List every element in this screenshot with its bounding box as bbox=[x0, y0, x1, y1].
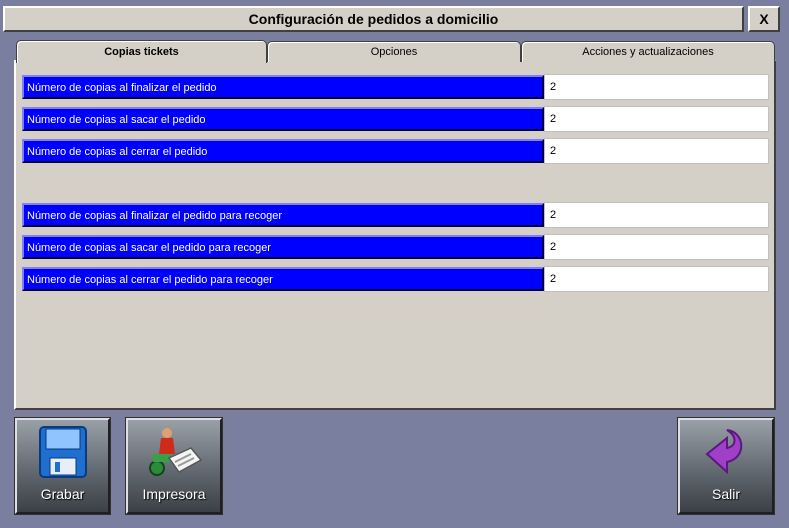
close-button[interactable]: X bbox=[748, 6, 780, 32]
copies-input[interactable]: 2 bbox=[544, 234, 769, 260]
copies-input[interactable]: 2 bbox=[544, 74, 769, 100]
return-arrow-icon bbox=[697, 424, 755, 487]
field-row: Número de copias al sacar el pedido 2 bbox=[22, 106, 769, 132]
printer-delivery-icon bbox=[145, 424, 203, 487]
field-label: Número de copias al cerrar el pedido par… bbox=[22, 267, 544, 291]
copies-input[interactable]: 2 bbox=[544, 202, 769, 228]
field-row: Número de copias al sacar el pedido para… bbox=[22, 234, 769, 260]
field-label: Número de copias al finalizar el pedido bbox=[22, 75, 544, 99]
field-row: Número de copias al finalizar el pedido … bbox=[22, 202, 769, 228]
window-title: Configuración de pedidos a domicilio bbox=[3, 6, 744, 32]
floppy-disk-icon bbox=[34, 424, 92, 487]
salir-label: Salir bbox=[711, 486, 740, 502]
tab-acciones[interactable]: Acciones y actualizaciones bbox=[521, 41, 775, 62]
field-row: Número de copias al cerrar el pedido 2 bbox=[22, 138, 769, 164]
tab-opciones[interactable]: Opciones bbox=[267, 41, 521, 62]
salir-button[interactable]: Salir bbox=[678, 418, 774, 514]
impresora-label: Impresora bbox=[142, 486, 206, 502]
field-row: Número de copias al finalizar el pedido … bbox=[22, 74, 769, 100]
field-label: Número de copias al cerrar el pedido bbox=[22, 139, 544, 163]
field-label: Número de copias al finalizar el pedido … bbox=[22, 203, 544, 227]
grabar-label: Grabar bbox=[40, 486, 85, 502]
grabar-button[interactable]: Grabar bbox=[15, 418, 110, 514]
tab-copias-tickets[interactable]: Copias tickets bbox=[16, 40, 267, 63]
copies-input[interactable]: 2 bbox=[544, 266, 769, 292]
field-label: Número de copias al sacar el pedido para… bbox=[22, 235, 544, 259]
copies-input[interactable]: 2 bbox=[544, 106, 769, 132]
field-row: Número de copias al cerrar el pedido par… bbox=[22, 266, 769, 292]
impresora-button[interactable]: Impresora bbox=[126, 418, 222, 514]
copies-input[interactable]: 2 bbox=[544, 138, 769, 164]
field-label: Número de copias al sacar el pedido bbox=[22, 107, 544, 131]
